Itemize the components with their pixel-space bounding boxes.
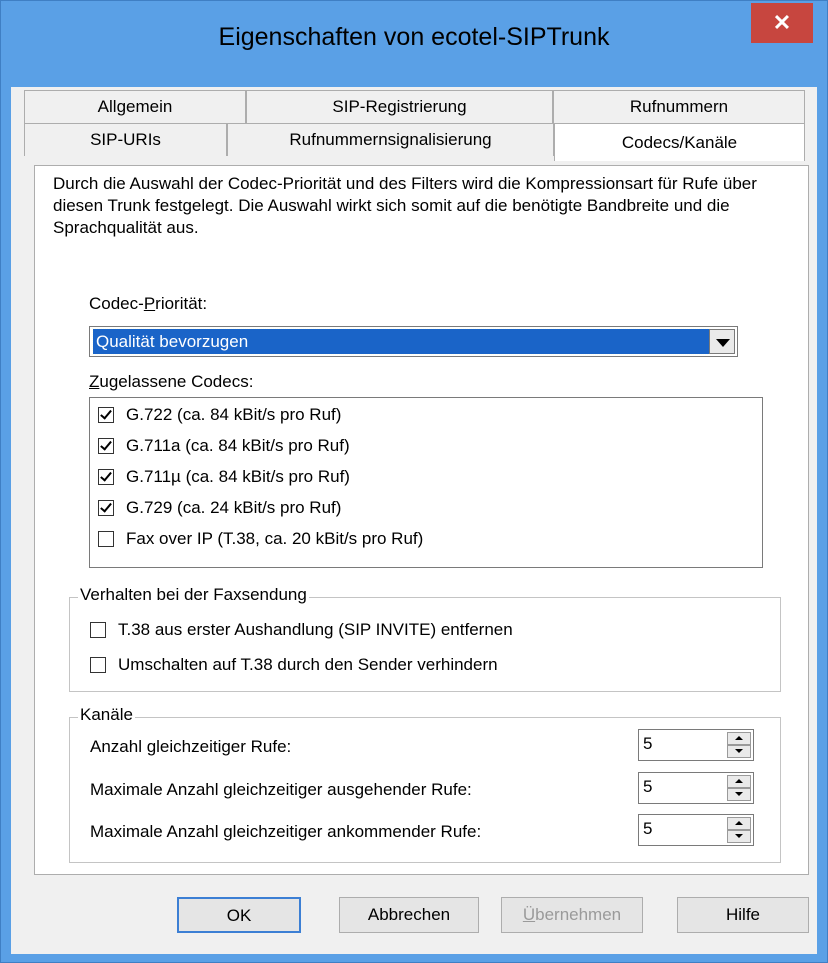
checkbox-checked-icon[interactable] [98, 437, 114, 454]
fax-option-prevent-switch[interactable]: Umschalten auf T.38 durch den Sender ver… [90, 650, 498, 680]
checkbox-unchecked-icon[interactable] [98, 530, 114, 547]
channels-outgoing-label: Maximale Anzahl gleichzeitiger ausgehend… [90, 780, 472, 799]
spin-up-icon[interactable] [727, 817, 751, 830]
fax-option-remove-t38[interactable]: T.38 aus erster Aushandlung (SIP INVITE)… [90, 615, 513, 645]
checkbox-unchecked-icon[interactable] [90, 656, 106, 673]
spin-down-icon[interactable] [727, 830, 751, 843]
channels-simultaneous-label: Anzahl gleichzeitiger Rufe: [90, 737, 292, 756]
tab-rufnummern[interactable]: Rufnummern [553, 90, 805, 123]
outgoing-calls-stepper[interactable]: 5 [638, 772, 754, 804]
codec-item-fax-over-ip[interactable]: Fax over IP (T.38, ca. 20 kBit/s pro Ruf… [98, 524, 423, 554]
tab-codecs-kanaele[interactable]: Codecs/Kanäle [554, 123, 805, 161]
checkbox-checked-icon[interactable] [98, 406, 114, 423]
ok-button[interactable]: OK [177, 897, 301, 933]
channels-incoming-label: Maximale Anzahl gleichzeitiger ankommend… [90, 822, 482, 841]
window-title: Eigenschaften von ecotel-SIPTrunk [218, 23, 610, 51]
codec-item-g711u[interactable]: G.711µ (ca. 84 kBit/s pro Ruf) [98, 462, 350, 492]
incoming-calls-value[interactable]: 5 [643, 819, 652, 839]
tab-rufnummernsignalisierung[interactable]: Rufnummernsignalisierung [227, 123, 554, 156]
fax-behavior-group: Verhalten bei der Faxsendung T.38 aus er… [69, 585, 781, 692]
close-button[interactable]: ✕ [751, 3, 813, 43]
tab-sip-registrierung[interactable]: SIP-Registrierung [246, 90, 553, 123]
channels-group: Kanäle Anzahl gleichzeitiger Rufe: Maxim… [69, 705, 781, 863]
apply-button[interactable]: Übernehmen [501, 897, 643, 933]
outgoing-calls-value[interactable]: 5 [643, 777, 652, 797]
cancel-button[interactable]: Abbrechen [339, 897, 479, 933]
spin-down-icon[interactable] [727, 745, 751, 758]
fax-behavior-title: Verhalten bei der Faxsendung [78, 585, 309, 605]
codec-priority-value: Qualität bevorzugen [92, 328, 710, 355]
simultaneous-calls-stepper[interactable]: 5 [638, 729, 754, 761]
incoming-calls-stepper[interactable]: 5 [638, 814, 754, 846]
allowed-codecs-label: Zugelassene Codecs: [89, 372, 254, 391]
checkbox-unchecked-icon[interactable] [90, 621, 106, 638]
spin-down-icon[interactable] [727, 788, 751, 801]
codec-item-g722[interactable]: G.722 (ca. 84 kBit/s pro Ruf) [98, 400, 341, 430]
channels-title: Kanäle [78, 705, 135, 725]
spin-up-icon[interactable] [727, 732, 751, 745]
description-text: Durch die Auswahl der Codec-Priorität un… [53, 174, 757, 237]
tab-allgemein[interactable]: Allgemein [24, 90, 246, 123]
codec-priority-label: Codec-Priorität: [89, 294, 208, 313]
title-bar: Eigenschaften von ecotel-SIPTrunk ✕ [1, 1, 827, 87]
help-button[interactable]: Hilfe [677, 897, 809, 933]
checkbox-checked-icon[interactable] [98, 468, 114, 485]
checkbox-checked-icon[interactable] [98, 499, 114, 516]
codec-priority-select[interactable]: Qualität bevorzugen [89, 326, 738, 357]
tab-sip-uris[interactable]: SIP-URIs [24, 123, 227, 156]
spin-up-icon[interactable] [727, 775, 751, 788]
codec-item-g711a[interactable]: G.711a (ca. 84 kBit/s pro Ruf) [98, 431, 350, 461]
simultaneous-calls-value[interactable]: 5 [643, 734, 652, 754]
chevron-down-icon[interactable] [709, 329, 735, 354]
properties-dialog: Eigenschaften von ecotel-SIPTrunk ✕ Allg… [0, 0, 828, 963]
codec-item-g729[interactable]: G.729 (ca. 24 kBit/s pro Ruf) [98, 493, 341, 523]
allowed-codecs-list: G.722 (ca. 84 kBit/s pro Ruf) G.711a (ca… [89, 397, 763, 568]
